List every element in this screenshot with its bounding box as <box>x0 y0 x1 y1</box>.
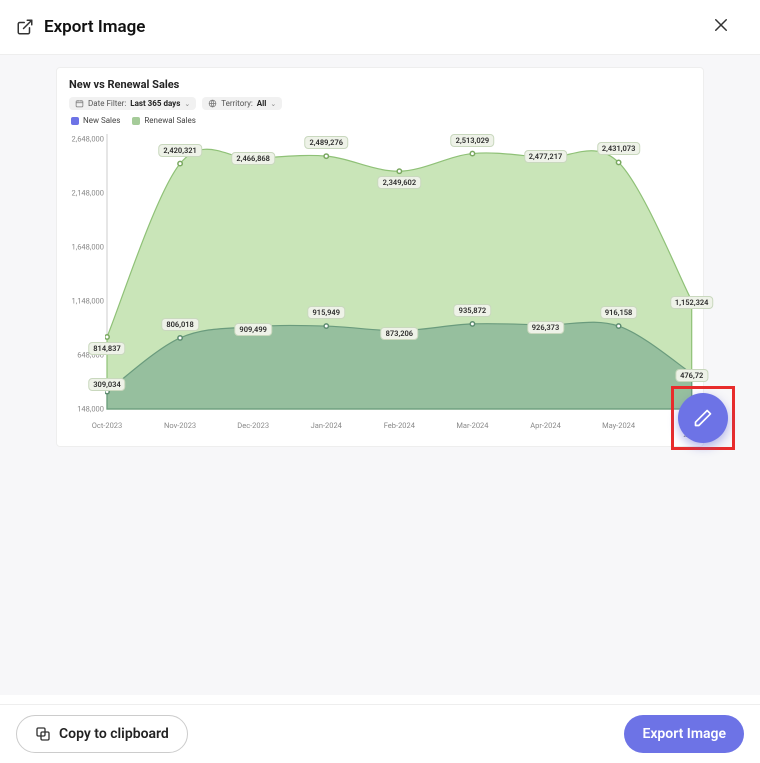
chevron-down-icon: ⌄ <box>184 100 190 108</box>
pencil-icon <box>693 408 713 428</box>
data-label-lower: 806,018 <box>161 318 198 331</box>
copy-icon <box>35 726 51 742</box>
legend-item: Renewal Sales <box>132 116 196 125</box>
x-tick: Mar-2024 <box>456 421 488 430</box>
data-label-lower: 926,373 <box>527 321 564 334</box>
chart-title: New vs Renewal Sales <box>69 78 691 91</box>
data-label-upper: 814,837 <box>88 342 125 355</box>
x-tick: May-2024 <box>602 421 635 430</box>
y-tick: 2,648,000 <box>72 135 104 144</box>
chevron-down-icon: ⌄ <box>270 100 276 108</box>
filter-date[interactable]: Date Filter: Last 365 days ⌄ <box>69 97 196 110</box>
legend-swatch-green <box>132 117 140 125</box>
globe-icon <box>208 99 217 108</box>
y-tick: 2,148,000 <box>72 189 104 198</box>
chart-legend: New Sales Renewal Sales <box>69 116 691 125</box>
x-tick: Dec-2023 <box>237 421 269 430</box>
filter-territory-prefix: Territory: <box>221 99 253 108</box>
data-label-upper: 2,513,029 <box>451 134 495 147</box>
external-link-icon <box>16 18 34 36</box>
x-tick: Oct-2023 <box>92 421 122 430</box>
calendar-icon <box>75 99 84 108</box>
x-tick: Apr-2024 <box>530 421 561 430</box>
data-label-lower: 909,499 <box>234 323 271 336</box>
x-tick: Nov-2023 <box>164 421 196 430</box>
data-label-upper: 2,489,276 <box>304 136 348 149</box>
close-icon <box>712 16 730 34</box>
copy-to-clipboard-button[interactable]: Copy to clipboard <box>16 715 188 753</box>
x-tick: Feb-2024 <box>384 421 415 430</box>
data-label-upper: 1,152,324 <box>670 296 714 309</box>
edit-fab-button[interactable] <box>678 393 728 443</box>
y-tick: 1,648,000 <box>72 243 104 252</box>
y-tick: 148,000 <box>77 405 104 414</box>
area-chart: 148,000648,0001,148,0001,648,0002,148,00… <box>69 129 691 434</box>
data-label-lower: 935,872 <box>454 304 491 317</box>
filter-date-prefix: Date Filter: <box>88 99 126 108</box>
x-tick: Jan-2024 <box>311 421 342 430</box>
filter-date-value: Last 365 days <box>130 99 180 108</box>
fab-highlight-frame <box>671 386 735 450</box>
data-label-lower: 309,034 <box>88 378 125 391</box>
data-label-lower: 873,206 <box>381 327 418 340</box>
data-label-upper: 2,477,217 <box>524 150 568 163</box>
legend-swatch-blue <box>71 117 79 125</box>
filter-territory[interactable]: Territory: All ⌄ <box>202 97 282 110</box>
data-label-lower: 915,949 <box>308 306 345 319</box>
data-label-upper: 2,420,321 <box>158 144 202 157</box>
chart-card: New vs Renewal Sales Date Filter: Last 3… <box>56 67 704 447</box>
page-title: Export Image <box>44 17 708 37</box>
y-tick: 1,148,000 <box>72 297 104 306</box>
export-label: Export Image <box>642 726 726 742</box>
legend-item: New Sales <box>71 116 120 125</box>
data-label-upper: 2,466,868 <box>231 152 275 165</box>
data-label-upper: 2,431,073 <box>597 142 641 155</box>
close-button[interactable] <box>708 12 744 42</box>
export-image-button[interactable]: Export Image <box>624 715 744 753</box>
data-label-lower: 916,158 <box>600 306 637 319</box>
filter-territory-value: All <box>257 99 267 108</box>
data-label-lower: 476,72 <box>675 369 708 382</box>
data-label-upper: 2,349,602 <box>378 176 422 189</box>
copy-label: Copy to clipboard <box>59 726 169 742</box>
